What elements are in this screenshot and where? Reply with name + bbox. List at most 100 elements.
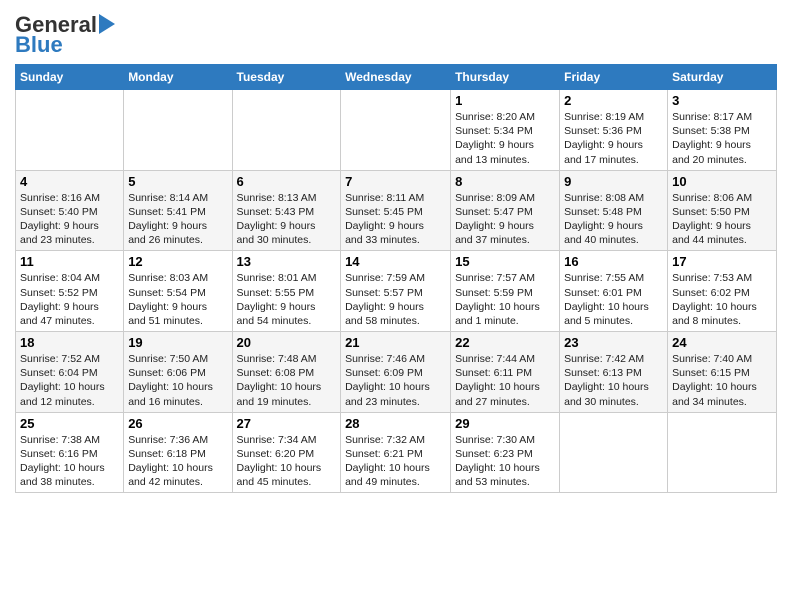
- day-number: 9: [564, 174, 663, 189]
- week-row-2: 4 Sunrise: 8:16 AMSunset: 5:40 PMDaylight…: [16, 170, 777, 251]
- day-number: 24: [672, 335, 772, 350]
- day-number: 3: [672, 93, 772, 108]
- week-row-5: 25Sunrise: 7:38 AMSunset: 6:16 PMDayligh…: [16, 412, 777, 493]
- day-info: Sunrise: 7:46 AMSunset: 6:09 PMDaylight:…: [345, 352, 446, 409]
- day-info: Sunrise: 8:08 AMSunset: 5:48 PMDaylight:…: [564, 191, 663, 248]
- day-info: Sunrise: 7:59 AMSunset: 5:57 PMDaylight:…: [345, 271, 446, 328]
- day-number: 10: [672, 174, 772, 189]
- day-info: Sunrise: 8:03 AMSunset: 5:54 PMDaylight:…: [128, 271, 227, 328]
- day-cell: 9 Sunrise: 8:08 AMSunset: 5:48 PMDaylight…: [560, 170, 668, 251]
- day-number: 1: [455, 93, 555, 108]
- day-info: Sunrise: 7:50 AMSunset: 6:06 PMDaylight:…: [128, 352, 227, 409]
- day-cell: 23 Sunrise: 7:42 AMSunset: 6:13 PMDayligh…: [560, 332, 668, 413]
- col-header-tuesday: Tuesday: [232, 65, 341, 90]
- day-cell: [124, 90, 232, 171]
- day-info: Sunrise: 7:40 AMSunset: 6:15 PMDaylight:…: [672, 352, 772, 409]
- day-cell: [560, 412, 668, 493]
- logo-arrow-icon: [99, 14, 115, 34]
- col-header-sunday: Sunday: [16, 65, 124, 90]
- day-info: Sunrise: 7:48 AMSunset: 6:08 PMDaylight:…: [237, 352, 337, 409]
- logo: General Blue: [15, 14, 115, 56]
- day-cell: [668, 412, 777, 493]
- day-number: 29: [455, 416, 555, 431]
- day-number: 6: [237, 174, 337, 189]
- day-cell: 16 Sunrise: 7:55 AMSunset: 6:01 PMDayligh…: [560, 251, 668, 332]
- day-number: 23: [564, 335, 663, 350]
- day-info: Sunrise: 7:55 AMSunset: 6:01 PMDaylight:…: [564, 271, 663, 328]
- day-number: 22: [455, 335, 555, 350]
- day-cell: 3 Sunrise: 8:17 AMSunset: 5:38 PMDaylight…: [668, 90, 777, 171]
- day-number: 28: [345, 416, 446, 431]
- day-cell: 12 Sunrise: 8:03 AMSunset: 5:54 PMDayligh…: [124, 251, 232, 332]
- day-info: Sunrise: 8:19 AMSunset: 5:36 PMDaylight:…: [564, 110, 663, 167]
- day-number: 17: [672, 254, 772, 269]
- day-info: Sunrise: 8:14 AMSunset: 5:41 PMDaylight:…: [128, 191, 227, 248]
- day-info: Sunrise: 7:52 AMSunset: 6:04 PMDaylight:…: [20, 352, 119, 409]
- week-row-1: 1 Sunrise: 8:20 AMSunset: 5:34 PMDaylight…: [16, 90, 777, 171]
- day-cell: [16, 90, 124, 171]
- day-cell: [232, 90, 341, 171]
- col-header-wednesday: Wednesday: [341, 65, 451, 90]
- day-info: Sunrise: 8:20 AMSunset: 5:34 PMDaylight:…: [455, 110, 555, 167]
- day-number: 16: [564, 254, 663, 269]
- day-number: 13: [237, 254, 337, 269]
- day-info: Sunrise: 7:57 AMSunset: 5:59 PMDaylight:…: [455, 271, 555, 328]
- day-number: 15: [455, 254, 555, 269]
- day-info: Sunrise: 8:11 AMSunset: 5:45 PMDaylight:…: [345, 191, 446, 248]
- week-row-3: 11 Sunrise: 8:04 AMSunset: 5:52 PMDayligh…: [16, 251, 777, 332]
- day-cell: 7Sunrise: 8:11 AMSunset: 5:45 PMDaylight…: [341, 170, 451, 251]
- page-header: General Blue: [15, 10, 777, 56]
- days-header-row: SundayMondayTuesdayWednesdayThursdayFrid…: [16, 65, 777, 90]
- day-number: 5: [128, 174, 227, 189]
- logo-text-blue: Blue: [15, 34, 63, 56]
- day-info: Sunrise: 8:17 AMSunset: 5:38 PMDaylight:…: [672, 110, 772, 167]
- day-cell: 22Sunrise: 7:44 AMSunset: 6:11 PMDayligh…: [451, 332, 560, 413]
- day-info: Sunrise: 8:06 AMSunset: 5:50 PMDaylight:…: [672, 191, 772, 248]
- day-number: 26: [128, 416, 227, 431]
- day-cell: 8 Sunrise: 8:09 AMSunset: 5:47 PMDaylight…: [451, 170, 560, 251]
- day-info: Sunrise: 8:01 AMSunset: 5:55 PMDaylight:…: [237, 271, 337, 328]
- day-number: 12: [128, 254, 227, 269]
- day-info: Sunrise: 8:16 AMSunset: 5:40 PMDaylight:…: [20, 191, 119, 248]
- day-cell: 10 Sunrise: 8:06 AMSunset: 5:50 PMDayligh…: [668, 170, 777, 251]
- col-header-saturday: Saturday: [668, 65, 777, 90]
- day-number: 19: [128, 335, 227, 350]
- day-cell: 27 Sunrise: 7:34 AMSunset: 6:20 PMDayligh…: [232, 412, 341, 493]
- calendar-table: SundayMondayTuesdayWednesdayThursdayFrid…: [15, 64, 777, 493]
- day-cell: 19 Sunrise: 7:50 AMSunset: 6:06 PMDayligh…: [124, 332, 232, 413]
- day-number: 27: [237, 416, 337, 431]
- day-cell: 6 Sunrise: 8:13 AMSunset: 5:43 PMDaylight…: [232, 170, 341, 251]
- day-info: Sunrise: 8:13 AMSunset: 5:43 PMDaylight:…: [237, 191, 337, 248]
- day-cell: 5 Sunrise: 8:14 AMSunset: 5:41 PMDaylight…: [124, 170, 232, 251]
- day-cell: 11 Sunrise: 8:04 AMSunset: 5:52 PMDayligh…: [16, 251, 124, 332]
- day-number: 14: [345, 254, 446, 269]
- day-cell: 29 Sunrise: 7:30 AMSunset: 6:23 PMDayligh…: [451, 412, 560, 493]
- day-info: Sunrise: 8:09 AMSunset: 5:47 PMDaylight:…: [455, 191, 555, 248]
- day-cell: 26 Sunrise: 7:36 AMSunset: 6:18 PMDayligh…: [124, 412, 232, 493]
- day-number: 20: [237, 335, 337, 350]
- day-number: 8: [455, 174, 555, 189]
- day-number: 2: [564, 93, 663, 108]
- week-row-4: 18Sunrise: 7:52 AMSunset: 6:04 PMDayligh…: [16, 332, 777, 413]
- day-info: Sunrise: 7:53 AMSunset: 6:02 PMDaylight:…: [672, 271, 772, 328]
- day-info: Sunrise: 7:36 AMSunset: 6:18 PMDaylight:…: [128, 433, 227, 490]
- day-cell: 24 Sunrise: 7:40 AMSunset: 6:15 PMDayligh…: [668, 332, 777, 413]
- col-header-thursday: Thursday: [451, 65, 560, 90]
- day-info: Sunrise: 7:38 AMSunset: 6:16 PMDaylight:…: [20, 433, 119, 490]
- day-cell: 18Sunrise: 7:52 AMSunset: 6:04 PMDayligh…: [16, 332, 124, 413]
- day-info: Sunrise: 7:34 AMSunset: 6:20 PMDaylight:…: [237, 433, 337, 490]
- day-cell: 4 Sunrise: 8:16 AMSunset: 5:40 PMDaylight…: [16, 170, 124, 251]
- day-cell: [341, 90, 451, 171]
- day-info: Sunrise: 7:30 AMSunset: 6:23 PMDaylight:…: [455, 433, 555, 490]
- day-cell: 14 Sunrise: 7:59 AMSunset: 5:57 PMDayligh…: [341, 251, 451, 332]
- day-cell: 1 Sunrise: 8:20 AMSunset: 5:34 PMDaylight…: [451, 90, 560, 171]
- day-cell: 13 Sunrise: 8:01 AMSunset: 5:55 PMDayligh…: [232, 251, 341, 332]
- day-cell: 2 Sunrise: 8:19 AMSunset: 5:36 PMDaylight…: [560, 90, 668, 171]
- day-info: Sunrise: 8:04 AMSunset: 5:52 PMDaylight:…: [20, 271, 119, 328]
- day-number: 11: [20, 254, 119, 269]
- day-number: 4: [20, 174, 119, 189]
- day-cell: 28Sunrise: 7:32 AMSunset: 6:21 PMDayligh…: [341, 412, 451, 493]
- col-header-monday: Monday: [124, 65, 232, 90]
- day-info: Sunrise: 7:42 AMSunset: 6:13 PMDaylight:…: [564, 352, 663, 409]
- day-number: 21: [345, 335, 446, 350]
